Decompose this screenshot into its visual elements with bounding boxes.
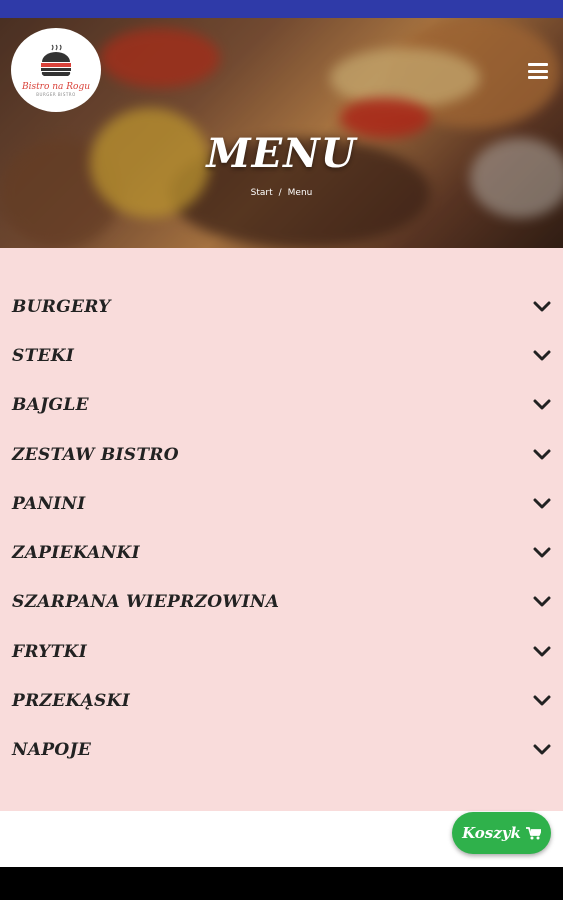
chevron-down-icon (533, 646, 551, 657)
breadcrumb: Start / Menu (0, 188, 563, 198)
cart-label: Koszyk (462, 824, 521, 842)
logo[interactable]: Bistro na Rogu BURGER BISTRO (11, 28, 101, 112)
menu-category-przekaski[interactable]: PRZEKĄSKI (0, 676, 563, 725)
chevron-down-icon (533, 547, 551, 558)
chevron-down-icon (533, 744, 551, 755)
chevron-down-icon (533, 350, 551, 361)
chevron-down-icon (533, 301, 551, 312)
status-bar (0, 0, 563, 18)
breadcrumb-current: Menu (287, 188, 313, 198)
menu-category-panini[interactable]: PANINI (0, 479, 563, 528)
breadcrumb-separator: / (278, 188, 282, 198)
chevron-down-icon (533, 596, 551, 607)
cart-button[interactable]: Koszyk (452, 812, 551, 854)
menu-category-napoje[interactable]: NAPOJE (0, 726, 563, 775)
menu-category-bajgle[interactable]: BAJGLE (0, 381, 563, 430)
menu-category-label: STEKI (12, 345, 75, 366)
page-title: MENU (206, 130, 357, 177)
chevron-down-icon (533, 695, 551, 706)
menu-category-zestaw-bistro[interactable]: ZESTAW BISTRO (0, 430, 563, 479)
menu-category-label: SZARPANA WIEPRZOWINA (12, 592, 280, 613)
cart-icon (525, 826, 541, 839)
chevron-down-icon (533, 449, 551, 460)
logo-name: Bistro na Rogu (21, 81, 91, 92)
logo-subtitle: BURGER BISTRO (36, 91, 76, 97)
menu-category-szarpana-wieprzowina[interactable]: SZARPANA WIEPRZOWINA (0, 578, 563, 627)
menu-category-frytki[interactable]: FRYTKI (0, 627, 563, 676)
menu-category-label: ZAPIEKANKI (12, 543, 140, 564)
chevron-down-icon (533, 498, 551, 509)
menu-category-list: BURGERY STEKI BAJGLE ZESTAW BISTRO PANIN… (0, 248, 563, 811)
breadcrumb-home-link[interactable]: Start (251, 188, 273, 198)
menu-category-zapiekanki[interactable]: ZAPIEKANKI (0, 528, 563, 577)
menu-category-steki[interactable]: STEKI (0, 331, 563, 380)
menu-category-label: PRZEKĄSKI (12, 691, 130, 712)
chevron-down-icon (533, 399, 551, 410)
burger-icon (41, 44, 71, 76)
menu-category-label: NAPOJE (12, 740, 92, 761)
hamburger-icon[interactable] (528, 63, 548, 79)
menu-category-label: PANINI (12, 493, 86, 514)
menu-category-label: ZESTAW BISTRO (12, 444, 179, 465)
menu-category-burgery[interactable]: BURGERY (0, 282, 563, 331)
menu-category-label: BURGERY (12, 296, 111, 317)
system-navigation-bar (0, 867, 563, 900)
menu-category-label: BAJGLE (12, 395, 89, 416)
menu-category-label: FRYTKI (12, 641, 87, 662)
